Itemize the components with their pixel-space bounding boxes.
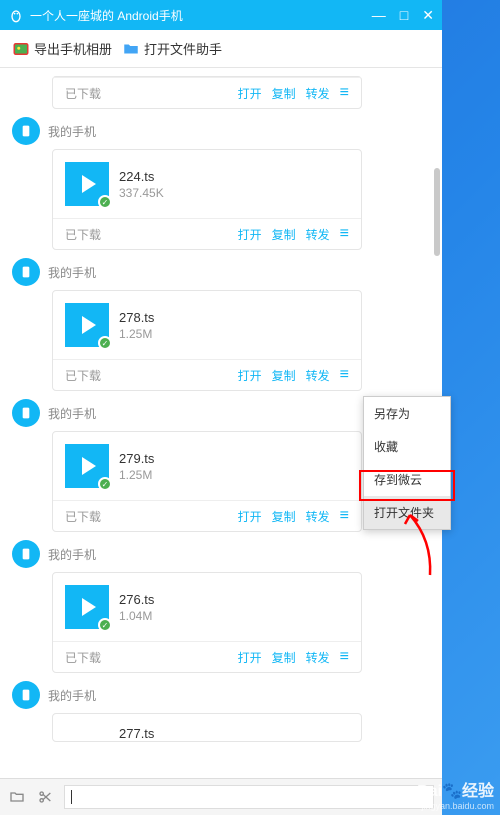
titlebar: 一个人一座城的 Android手机 — □ ✕ xyxy=(0,0,442,30)
message-input[interactable] xyxy=(64,785,434,809)
copy-action[interactable]: 复制 xyxy=(272,226,296,243)
copy-action[interactable]: 复制 xyxy=(272,367,296,384)
forward-action[interactable]: 转发 xyxy=(306,226,330,243)
filename: 278.ts xyxy=(119,310,154,325)
forward-action[interactable]: 转发 xyxy=(306,649,330,666)
more-menu-icon[interactable]: ≡ xyxy=(340,648,349,666)
filename: 224.ts xyxy=(119,169,164,184)
file-message: 277.ts xyxy=(52,713,362,742)
open-action[interactable]: 打开 xyxy=(238,367,262,384)
avatar[interactable] xyxy=(12,117,40,145)
minimize-button[interactable]: — xyxy=(372,7,386,24)
forward-action[interactable]: 转发 xyxy=(306,367,330,384)
maximize-button[interactable]: □ xyxy=(400,7,408,24)
sender-name: 我的手机 xyxy=(48,405,96,422)
sender-name: 我的手机 xyxy=(48,687,96,704)
avatar[interactable] xyxy=(12,258,40,286)
copy-action[interactable]: 复制 xyxy=(272,649,296,666)
filesize: 1.25M xyxy=(119,468,154,482)
export-album-button[interactable]: 导出手机相册 xyxy=(12,39,112,58)
app-icon xyxy=(8,7,24,23)
open-action[interactable]: 打开 xyxy=(238,226,262,243)
open-action[interactable]: 打开 xyxy=(238,508,262,525)
menu-save-as[interactable]: 另存为 xyxy=(364,397,450,430)
download-status: 已下载 xyxy=(65,508,238,525)
filesize: 1.04M xyxy=(119,609,154,623)
file-message: 已下载 打开 复制 转发 ≡ xyxy=(52,76,362,109)
more-menu-icon[interactable]: ≡ xyxy=(340,366,349,384)
filesize: 1.25M xyxy=(119,327,154,341)
file-message: ✓ 224.ts 337.45K 已下载 打开 复制 转发 ≡ xyxy=(52,149,362,250)
open-action[interactable]: 打开 xyxy=(238,649,262,666)
video-file-icon: ✓ xyxy=(65,303,109,347)
file-message: ✓ 279.ts 1.25M 已下载 打开 复制 转发 ≡ xyxy=(52,431,362,532)
close-button[interactable]: ✕ xyxy=(422,7,434,24)
more-menu-icon[interactable]: ≡ xyxy=(340,507,349,525)
menu-open-folder[interactable]: 打开文件夹 xyxy=(364,496,450,529)
download-status: 已下载 xyxy=(65,226,238,243)
file-message: ✓ 276.ts 1.04M 已下载 打开 复制 转发 ≡ xyxy=(52,572,362,673)
folder-button[interactable] xyxy=(8,788,26,806)
video-file-icon: ✓ xyxy=(65,162,109,206)
sender-name: 我的手机 xyxy=(48,123,96,140)
video-file-icon: ✓ xyxy=(65,444,109,488)
avatar[interactable] xyxy=(12,540,40,568)
forward-action[interactable]: 转发 xyxy=(306,85,330,102)
folder-icon xyxy=(122,40,140,58)
open-action[interactable]: 打开 xyxy=(238,85,262,102)
video-file-icon: ✓ xyxy=(65,585,109,629)
download-status: 已下载 xyxy=(65,367,238,384)
file-message: ✓ 278.ts 1.25M 已下载 打开 复制 转发 ≡ xyxy=(52,290,362,391)
photo-icon xyxy=(12,40,30,58)
window-title: 一个人一座城的 Android手机 xyxy=(30,7,372,24)
download-status: 已下载 xyxy=(65,85,238,102)
sender-name: 我的手机 xyxy=(48,264,96,281)
filename: 276.ts xyxy=(119,592,154,607)
forward-action[interactable]: 转发 xyxy=(306,508,330,525)
menu-favorite[interactable]: 收藏 xyxy=(364,430,450,463)
download-status: 已下载 xyxy=(65,649,238,666)
more-menu-icon[interactable]: ≡ xyxy=(340,84,349,102)
filename: 277.ts xyxy=(119,726,154,741)
sender-name: 我的手机 xyxy=(48,546,96,563)
baidu-watermark: Bai🐾经验 jingyan.baidu.com xyxy=(417,777,494,811)
scissors-button[interactable] xyxy=(36,788,54,806)
open-file-helper-button[interactable]: 打开文件助手 xyxy=(122,39,222,58)
menu-to-cloud[interactable]: 存到微云 xyxy=(364,463,450,496)
toolbar: 导出手机相册 打开文件助手 xyxy=(0,30,442,68)
scrollbar[interactable] xyxy=(434,168,440,256)
avatar[interactable] xyxy=(12,681,40,709)
copy-action[interactable]: 复制 xyxy=(272,508,296,525)
more-menu-icon[interactable]: ≡ xyxy=(340,225,349,243)
filesize: 337.45K xyxy=(119,186,164,200)
avatar[interactable] xyxy=(12,399,40,427)
input-bar xyxy=(0,778,442,815)
filename: 279.ts xyxy=(119,451,154,466)
copy-action[interactable]: 复制 xyxy=(272,85,296,102)
context-menu: 另存为 收藏 存到微云 打开文件夹 xyxy=(363,396,451,530)
